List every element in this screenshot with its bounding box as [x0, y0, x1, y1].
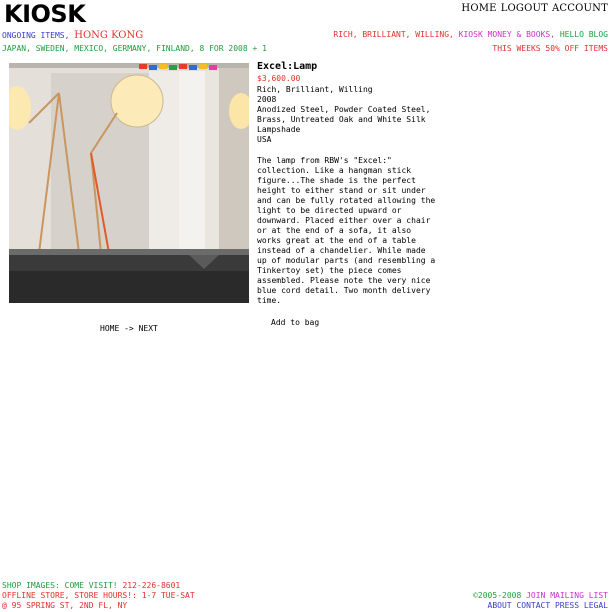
about-link[interactable]: ABOUT	[488, 601, 512, 610]
rbw-link[interactable]: RICH, BRILLIANT, WILLING,	[333, 30, 453, 39]
contact-link[interactable]: CONTACT	[516, 601, 550, 610]
nav-logout-link[interactable]: LOGOUT	[501, 3, 548, 14]
footer-links-row: ABOUT CONTACT PRESS LEGAL	[488, 601, 608, 610]
pager-home-link[interactable]: HOME	[100, 324, 119, 333]
product-year: 2008	[257, 95, 277, 104]
top-nav: HOME LOGOUT ACCOUNT	[457, 3, 608, 14]
product-country: USA	[257, 135, 272, 144]
site-logo[interactable]: KIOSK	[4, 1, 86, 27]
ongoing-items-link[interactable]: ONGOING ITEMS,	[2, 31, 69, 40]
join-mailing-list-link[interactable]: JOIN MAILING LIST	[526, 591, 608, 600]
footer-shop-images-row: SHOP IMAGES: COME VISIT! 212-226-8601	[2, 581, 180, 590]
product-description: The lamp from RBW's "Excel:" collection.…	[257, 156, 436, 305]
product-maker: Rich, Brilliant, Willing	[257, 85, 373, 94]
footer-mailing-row: ©2005-2008 JOIN MAILING LIST	[473, 591, 608, 600]
nav-home-link[interactable]: HOME	[461, 3, 496, 14]
legal-link[interactable]: LEGAL	[584, 601, 608, 610]
countries-link[interactable]: JAPAN, SWEDEN, MEXICO, GERMANY, FINLAND,…	[2, 44, 267, 53]
copyright: ©2005-2008	[473, 591, 522, 600]
store-address: @ 95 SPRING ST, 2ND FL, NY	[2, 601, 128, 610]
kiosk-books-link[interactable]: KIOSK MONEY & BOOKS,	[459, 30, 555, 39]
product-price: $3,600.00	[257, 74, 301, 83]
sale-items-link[interactable]: THIS WEEKS 50% OFF ITEMS	[492, 44, 608, 53]
store-hours: STORE HOURS!: 1-7 TUE-SAT	[74, 591, 195, 600]
come-visit-link[interactable]: COME VISIT!	[65, 581, 118, 590]
hong-kong-link[interactable]: HONG KONG	[74, 30, 143, 41]
ongoing-items-row: ONGOING ITEMS, HONG KONG	[2, 30, 143, 41]
header-links-row: RICH, BRILLIANT, WILLING, KIOSK MONEY & …	[333, 30, 608, 39]
press-link[interactable]: PRESS	[555, 601, 579, 610]
product-photo[interactable]	[9, 63, 249, 303]
hello-blog-link[interactable]: HELLO BLOG	[560, 30, 608, 39]
product-materials: Anodized Steel, Powder Coated Steel, Bra…	[257, 105, 431, 134]
pager-next-link[interactable]: NEXT	[139, 324, 158, 333]
pager-arrow: ->	[124, 324, 134, 333]
product-title: Excel:Lamp	[257, 61, 318, 72]
phone-number: 212-226-8601	[122, 581, 181, 590]
nav-account-link[interactable]: ACCOUNT	[552, 3, 608, 14]
add-to-bag-button[interactable]: Add to bag	[271, 318, 319, 327]
shop-images-link[interactable]: SHOP IMAGES:	[2, 581, 60, 590]
product-meta: Rich, Brilliant, Willing 2008 Anodized S…	[257, 85, 437, 145]
pager: HOME -> NEXT	[100, 324, 158, 333]
footer-store-row: OFFLINE STORE, STORE HOURS!: 1-7 TUE-SAT	[2, 591, 195, 600]
offline-store-link[interactable]: OFFLINE STORE,	[2, 591, 69, 600]
